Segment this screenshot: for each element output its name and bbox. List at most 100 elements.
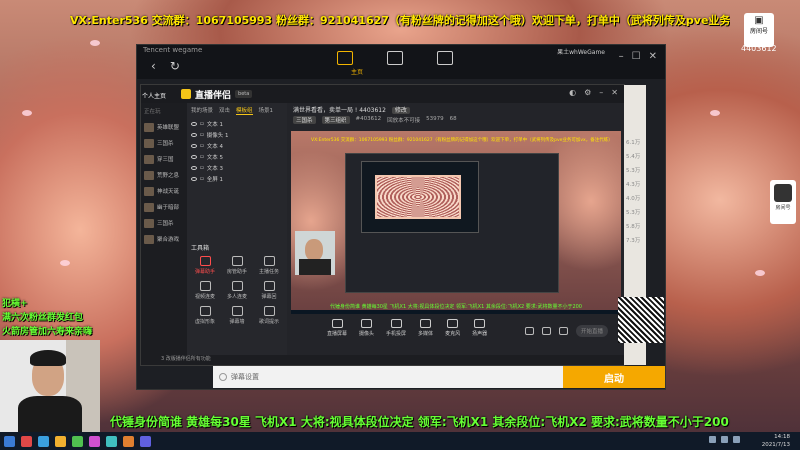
tool-multi-link[interactable]: 多人连麦 xyxy=(223,281,251,300)
sidebar-item[interactable]: 穿三国 xyxy=(141,151,187,167)
taskbar-app-icon[interactable] xyxy=(140,435,151,447)
ime-icon[interactable] xyxy=(733,436,740,443)
control-speaker[interactable]: 扬声器 xyxy=(472,319,487,337)
game-thumb-icon xyxy=(144,122,154,132)
eye-icon[interactable] xyxy=(191,143,197,148)
stream-preview[interactable]: VX:Enter536 交流群：1067105993 粉丝群：921041627… xyxy=(291,131,621,314)
tool-avatar[interactable]: 虚拟形象 xyxy=(191,306,219,325)
wegame-sidebar: 个人主页 正在玩 英雄联盟 三国杀 穿三国 荒野之息 神战天诞 幽于暗部 三国杀… xyxy=(141,93,187,365)
tray-date: 2021/7/13 xyxy=(761,442,790,448)
sidebar-header[interactable]: 个人主页 xyxy=(139,87,166,103)
tab-scene1[interactable]: 场景1 xyxy=(259,106,274,115)
layer-item[interactable]: ▫ 文本 5 xyxy=(187,151,287,162)
layer-item[interactable]: ▫ 摄像头 1 xyxy=(187,129,287,140)
tab-template[interactable]: 模板组 xyxy=(236,106,253,115)
task-icon xyxy=(263,256,275,266)
room-tag[interactable]: 三国杀 xyxy=(293,116,316,124)
lock-icon[interactable]: ▫ xyxy=(200,143,204,149)
lock-icon[interactable]: ▫ xyxy=(200,132,204,138)
minimize-icon[interactable]: – xyxy=(599,88,603,97)
back-button[interactable]: ‹ xyxy=(151,59,156,73)
eye-icon[interactable] xyxy=(191,154,197,159)
maximize-button[interactable]: ☐ xyxy=(632,51,641,62)
minimize-button[interactable]: – xyxy=(619,51,624,62)
video-link-icon xyxy=(199,281,211,291)
close-icon[interactable]: ✕ xyxy=(611,88,618,97)
lock-icon[interactable]: ▫ xyxy=(200,165,204,171)
camera-icon xyxy=(361,319,373,328)
control-screen[interactable]: 直播屏幕 xyxy=(327,319,347,337)
tool-video-link[interactable]: 视频连麦 xyxy=(191,281,219,300)
layer-item[interactable]: ▫ 文本 4 xyxy=(187,140,287,151)
control-media[interactable]: 多媒体 xyxy=(418,319,433,337)
network-icon[interactable] xyxy=(709,436,716,443)
eye-icon[interactable] xyxy=(191,165,197,170)
eye-icon[interactable] xyxy=(191,132,197,137)
eye-icon[interactable] xyxy=(191,121,197,126)
sidebar-item[interactable]: 英雄联盟 xyxy=(141,119,187,135)
sidebar-item[interactable]: 荒野之息 xyxy=(141,167,187,183)
video-icon[interactable] xyxy=(437,51,453,65)
layer-item[interactable]: ▫ 文本 1 xyxy=(187,118,287,129)
wegame-nav: ‹ ↻ xyxy=(151,59,180,73)
store-icon[interactable] xyxy=(387,51,403,65)
control-phone[interactable]: 手机投屏 xyxy=(386,319,406,337)
home-icon[interactable] xyxy=(337,51,353,65)
start-button[interactable]: 启动 xyxy=(563,366,665,388)
tab-my-scene[interactable]: 我的场景 xyxy=(191,106,213,115)
close-button[interactable]: ✕ xyxy=(649,51,657,62)
face xyxy=(305,239,323,261)
eye-icon[interactable] xyxy=(191,176,197,181)
tool-reply[interactable]: 弹幕回 xyxy=(255,281,283,300)
tool-task[interactable]: 主播任务 xyxy=(255,256,283,275)
taskbar-app-icon[interactable] xyxy=(21,435,32,447)
settings-icon[interactable]: ⚙ xyxy=(584,88,591,97)
taskbar-app-icon[interactable] xyxy=(72,435,83,447)
taskbar-app-icon[interactable] xyxy=(123,435,134,447)
skin-icon[interactable]: ◐ xyxy=(569,88,576,97)
room-meta-id: #403612 xyxy=(355,116,382,122)
tool-wall[interactable]: 弹幕墙 xyxy=(223,306,251,325)
rank-value: 6.1万 xyxy=(626,140,641,146)
settings-icon[interactable] xyxy=(558,327,568,335)
app-header-actions: ◐ ⚙ – ✕ xyxy=(569,88,618,97)
taskbar-app-icon[interactable] xyxy=(106,435,117,447)
sidebar-item[interactable]: 聚合游戏 xyxy=(141,231,187,247)
layer-item[interactable]: ▫ 文本 3 xyxy=(187,162,287,173)
tab-double[interactable]: 双击 xyxy=(219,106,230,115)
sidebar-item[interactable]: 神战天诞 xyxy=(141,183,187,199)
refresh-button[interactable]: ↻ xyxy=(170,59,180,73)
volume-icon[interactable] xyxy=(721,436,728,443)
petal xyxy=(90,40,100,46)
tool-lyric[interactable]: 歌词提示 xyxy=(255,306,283,325)
sidebar-item[interactable]: 幽于暗部 xyxy=(141,199,187,215)
screen-icon xyxy=(331,319,343,328)
record-icon[interactable] xyxy=(524,327,534,335)
lock-icon[interactable]: ▫ xyxy=(200,121,204,127)
start-icon[interactable] xyxy=(4,435,15,447)
tool-danmu[interactable]: 弹幕助手 xyxy=(191,256,219,275)
sidebar-item[interactable]: 三国杀 xyxy=(141,215,187,231)
danmu-setting-field[interactable]: 弹幕设置 xyxy=(213,366,563,388)
rank-value: 5.3万 xyxy=(626,168,641,174)
lock-icon[interactable]: ▫ xyxy=(200,154,204,160)
taskbar-app-icon[interactable] xyxy=(55,435,66,447)
taskbar-app-icon[interactable] xyxy=(38,435,49,447)
layer-item[interactable]: ▫ 全屏 1 xyxy=(187,173,287,184)
control-mic[interactable]: 麦克风 xyxy=(445,319,460,337)
tool-admin[interactable]: 房管助手 xyxy=(223,256,251,275)
toolbox: 工具箱 弹幕助手 房管助手 主播任务 视频连麦 多人连麦 弹幕回 虚拟形象 弹幕… xyxy=(191,243,283,325)
taskbar-app-icon[interactable] xyxy=(89,435,100,447)
room-tag[interactable]: 第三组织 xyxy=(321,116,350,124)
sidebar-item[interactable]: 三国杀 xyxy=(141,135,187,151)
control-camera[interactable]: 摄像头 xyxy=(359,319,374,337)
start-live-button[interactable]: 开始直播 xyxy=(575,325,608,337)
wegame-title: Tencent wegame xyxy=(143,46,203,54)
wegame-user[interactable]: 果土whWeGame xyxy=(557,47,605,56)
bottom-ticker: 代锤身份简谁 黄雄每30星 飞机X1 大将:视具体段位决定 领军:飞机X1 其余… xyxy=(110,415,729,429)
timer-icon[interactable] xyxy=(541,327,551,335)
game-thumb-icon xyxy=(144,154,154,164)
room-edit-badge[interactable]: 修改 xyxy=(391,107,410,114)
tray-clock[interactable]: 14:18 2021/7/13 xyxy=(762,433,790,449)
lock-icon[interactable]: ▫ xyxy=(200,176,204,182)
